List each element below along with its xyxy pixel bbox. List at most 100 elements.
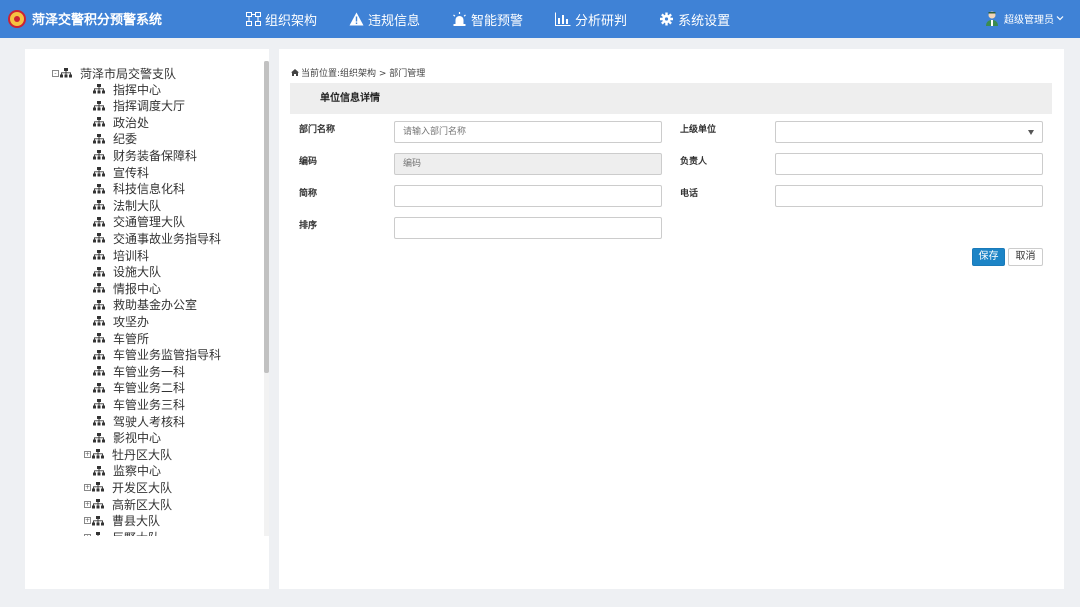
tree-item[interactable]: 情报中心 — [93, 280, 161, 296]
tree-item-label: 纪委 — [113, 132, 138, 147]
short-name-input[interactable] — [394, 185, 662, 207]
org-node-icon — [92, 515, 104, 526]
cancel-button[interactable]: 取消 — [1008, 248, 1043, 266]
save-button[interactable]: 保存 — [972, 248, 1005, 266]
tree-item[interactable]: 交通事故业务指导科 — [93, 230, 221, 246]
tree-item-label: 交通事故业务指导科 — [113, 231, 222, 246]
tree-item-label: 交通管理大队 — [113, 215, 186, 230]
user-name: 超级管理员 — [1004, 14, 1054, 26]
org-node-icon — [92, 449, 104, 459]
tree-item[interactable]: + 曹县大队 — [84, 513, 160, 529]
nav-settings-label: 系统设置 — [678, 13, 731, 29]
scrollbar-thumb[interactable] — [264, 61, 269, 373]
org-node-icon — [60, 68, 72, 78]
tree-item-label: 指挥中心 — [113, 82, 162, 97]
tree-item-label: 曹县大队 — [112, 514, 161, 529]
tree-item-label: 政治处 — [113, 115, 150, 130]
breadcrumb-prefix: 当前位置: — [301, 69, 341, 79]
tree-item[interactable]: 车管业务三科 — [93, 396, 185, 412]
tree-item[interactable]: 车管业务监管指导科 — [93, 347, 221, 363]
siren-icon — [453, 12, 466, 26]
order-label: 排序 — [299, 221, 318, 231]
tree-item[interactable]: 财务装备保障科 — [93, 147, 197, 163]
tree-item-label: 牡丹区大队 — [112, 447, 173, 462]
tree-item-label: 车管业务一科 — [113, 364, 186, 379]
leader-input[interactable] — [775, 153, 1043, 175]
section-title: 单位信息详情 — [290, 83, 1052, 114]
phone-label: 电话 — [680, 189, 699, 199]
tree-item-label: 车管业务监管指导科 — [113, 348, 222, 363]
org-node-icon — [93, 150, 105, 160]
tree-item-label: 高新区大队 — [112, 497, 173, 512]
tree-item[interactable]: 指挥调度大厅 — [93, 98, 185, 114]
breadcrumb-path[interactable]: 组织架构 > 部门管理 — [340, 66, 425, 79]
short-name-label: 简称 — [299, 189, 318, 199]
tree-item[interactable]: 交通管理大队 — [93, 214, 185, 230]
tree-item[interactable]: 纪委 — [93, 131, 137, 147]
tree-root-label: 菏泽市局交警支队 — [80, 66, 177, 81]
detail-panel: 当前位置: 组织架构 > 部门管理 单位信息详情 部门名称 上级单位 编码 负责… — [279, 49, 1064, 589]
org-node-icon — [93, 416, 105, 426]
home-icon — [291, 69, 299, 76]
tree-item[interactable]: 科技信息化科 — [93, 181, 185, 197]
nav-org[interactable]: 组织架构 — [246, 0, 317, 38]
org-node-icon — [93, 299, 105, 310]
bar-chart-icon — [555, 12, 571, 26]
tree-item[interactable]: 驾驶人考核科 — [93, 413, 185, 429]
tree-item[interactable]: 车管所 — [93, 330, 149, 346]
org-node-icon — [93, 200, 105, 210]
parent-unit-label: 上级单位 — [680, 125, 717, 135]
tree-item[interactable]: 影视中心 — [93, 430, 161, 446]
tree-item[interactable]: 车管业务一科 — [93, 363, 185, 379]
org-node-icon — [92, 482, 104, 492]
expand-icon[interactable]: + — [84, 483, 91, 491]
tree-item-label: 情报中心 — [113, 281, 162, 296]
org-node-icon — [93, 183, 105, 194]
police-emblem-icon — [8, 9, 26, 28]
org-node-icon — [93, 133, 105, 144]
tree-item[interactable]: + 巨野大队 — [84, 529, 160, 536]
expand-icon[interactable]: + — [84, 533, 91, 536]
tree-item[interactable]: + 高新区大队 — [84, 496, 172, 512]
dept-name-input[interactable] — [394, 121, 662, 143]
tree-item[interactable]: + 开发区大队 — [84, 479, 172, 495]
gear-icon — [660, 12, 674, 26]
tree-item[interactable]: 指挥中心 — [93, 81, 161, 97]
org-node-icon — [93, 250, 105, 260]
tree-item[interactable]: 救助基金办公室 — [93, 297, 197, 313]
org-node-icon — [92, 499, 104, 509]
chevron-down-icon — [1056, 16, 1064, 21]
nav-analysis[interactable]: 分析研判 — [555, 0, 627, 38]
code-label: 编码 — [299, 157, 318, 167]
org-node-icon — [93, 316, 105, 326]
tree-item-label: 监察中心 — [113, 464, 162, 479]
tree-item-label: 车管所 — [113, 331, 150, 346]
tree-item[interactable]: 政治处 — [93, 114, 149, 130]
tree-item[interactable]: + 牡丹区大队 — [84, 446, 172, 462]
nav-settings[interactable]: 系统设置 — [659, 0, 730, 38]
expand-icon[interactable]: + — [84, 450, 91, 458]
tree-root[interactable]: - 菏泽市局交警支队 — [52, 65, 176, 81]
brand[interactable]: 菏泽交警积分预警系统 — [8, 9, 162, 28]
nav-violation[interactable]: 违规信息 — [349, 0, 420, 38]
expand-icon[interactable]: + — [84, 517, 91, 525]
tree-scrollbar[interactable] — [264, 61, 269, 536]
tree-item[interactable]: 法制大队 — [93, 197, 161, 213]
order-input[interactable] — [394, 217, 662, 239]
nav-alert[interactable]: 智能预警 — [452, 0, 523, 38]
user-menu[interactable]: 超级管理员 — [984, 10, 1064, 26]
tree-item[interactable]: 攻坚办 — [93, 313, 149, 329]
tree-item[interactable]: 监察中心 — [93, 463, 161, 479]
tree-item-label: 培训科 — [113, 248, 150, 263]
expand-icon[interactable]: + — [84, 500, 91, 508]
warning-icon — [349, 12, 364, 26]
tree-item-label: 攻坚办 — [113, 314, 150, 329]
tree-item[interactable]: 设施大队 — [93, 264, 161, 280]
tree-item[interactable]: 培训科 — [93, 247, 149, 263]
phone-input[interactable] — [775, 185, 1043, 207]
collapse-icon[interactable]: - — [52, 69, 59, 77]
parent-unit-select[interactable] — [775, 121, 1043, 143]
tree-item[interactable]: 车管业务二科 — [93, 380, 185, 396]
tree-item[interactable]: 宣传科 — [93, 164, 149, 180]
tree-item-label: 指挥调度大厅 — [113, 99, 186, 114]
